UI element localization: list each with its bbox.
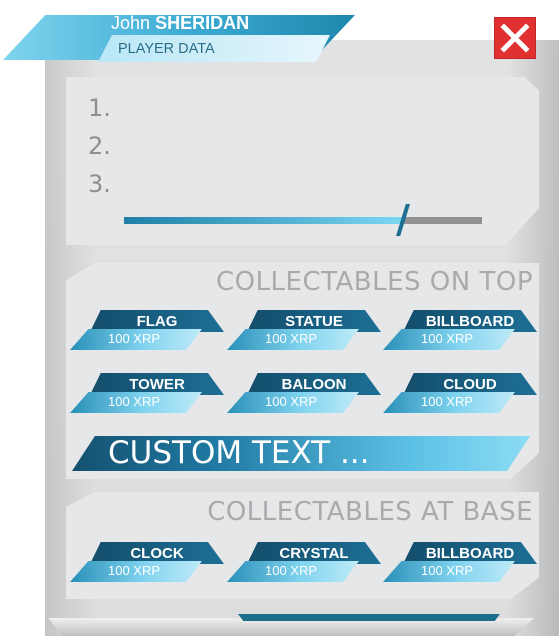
collectable-name: TOWER bbox=[129, 376, 185, 393]
collectable-flag-button[interactable]: FLAG 100 XRP bbox=[70, 310, 224, 350]
collectable-name: STATUE bbox=[285, 313, 343, 330]
collectable-name: CLOUD bbox=[443, 376, 497, 393]
collectable-billboard-base-button[interactable]: BILLBOARD 100 XRP bbox=[383, 542, 537, 582]
player-name: John SHERIDAN bbox=[111, 12, 249, 34]
collectable-name: FLAG bbox=[136, 313, 178, 330]
collectable-cloud-button[interactable]: CLOUD 100 XRP bbox=[383, 373, 537, 413]
player-first-name: John bbox=[111, 13, 151, 33]
collectable-price: 100 XRP bbox=[265, 331, 318, 346]
collectable-clock-button[interactable]: CLOCK 100 XRP bbox=[70, 542, 224, 582]
player-last-name: SHERIDAN bbox=[155, 13, 250, 33]
list-item-3: 3. bbox=[88, 170, 111, 198]
collectable-price: 100 XRP bbox=[108, 331, 161, 346]
collectable-name: CLOCK bbox=[130, 545, 184, 562]
collectable-baloon-button[interactable]: BALOON 100 XRP bbox=[227, 373, 381, 413]
collectable-price: 100 XRP bbox=[108, 394, 161, 409]
close-icon bbox=[500, 23, 530, 53]
collectable-billboard-button[interactable]: BILLBOARD 100 XRP bbox=[383, 310, 537, 350]
collectable-price: 100 XRP bbox=[265, 394, 318, 409]
close-button[interactable] bbox=[494, 17, 536, 59]
collectable-tower-button[interactable]: TOWER 100 XRP bbox=[70, 373, 224, 413]
collectable-name: BILLBOARD bbox=[425, 545, 515, 562]
custom-text-value: CUSTOM TEXT ... bbox=[108, 435, 370, 471]
panel-bottom-accent bbox=[238, 614, 500, 621]
collectable-price: 100 XRP bbox=[108, 563, 161, 578]
header-subtitle: PLAYER DATA bbox=[118, 41, 215, 57]
collectable-price: 100 XRP bbox=[421, 331, 474, 346]
collectable-statue-button[interactable]: STATUE 100 XRP bbox=[227, 310, 381, 350]
collectable-price: 100 XRP bbox=[265, 563, 318, 578]
list-item-1: 1. bbox=[88, 94, 111, 122]
collectable-price: 100 XRP bbox=[421, 563, 474, 578]
collectable-price: 100 XRP bbox=[421, 394, 474, 409]
custom-text-input[interactable]: CUSTOM TEXT ... bbox=[72, 436, 530, 471]
progress-fill bbox=[124, 217, 403, 224]
collectables-base-title: COLLECTABLES AT BASE bbox=[207, 497, 533, 527]
list-item-2: 2. bbox=[88, 132, 111, 160]
collectable-name: BILLBOARD bbox=[425, 313, 515, 330]
collectable-crystal-button[interactable]: CRYSTAL 100 XRP bbox=[227, 542, 381, 582]
collectables-top-title: COLLECTABLES ON TOP bbox=[215, 267, 533, 297]
collectable-name: CRYSTAL bbox=[279, 545, 349, 562]
collectable-name: BALOON bbox=[281, 376, 347, 393]
